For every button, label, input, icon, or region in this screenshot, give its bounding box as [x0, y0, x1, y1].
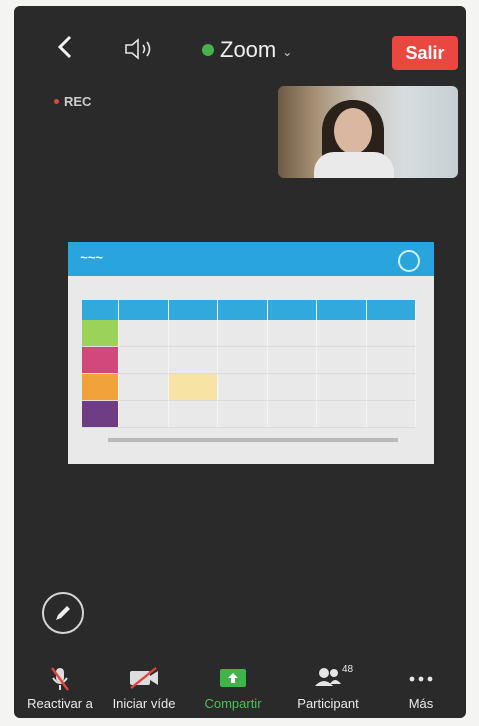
table-cell: [367, 374, 416, 400]
unmute-label: Reactivar a: [27, 696, 93, 711]
pencil-icon: [56, 606, 70, 620]
table-cell: [268, 374, 317, 400]
table-cell: [367, 401, 416, 427]
table-cell: [169, 320, 218, 346]
table-cell: [169, 347, 218, 373]
meeting-title: Zoom: [220, 37, 277, 62]
bottom-toolbar: Reactivar a Iniciar víde Compartir 48 Pa…: [14, 658, 466, 718]
shared-emblem-icon: [398, 250, 420, 272]
table-cell: [82, 320, 119, 346]
annotate-button[interactable]: [42, 592, 84, 634]
table-row: [82, 347, 416, 374]
chevron-left-icon: [57, 35, 72, 59]
participant-face: [334, 108, 372, 154]
speaker-icon: [125, 38, 151, 60]
shield-icon: [202, 44, 214, 56]
microphone-muted-icon: [51, 667, 69, 691]
self-video-thumbnail[interactable]: [278, 86, 458, 178]
table-cell: [268, 300, 317, 320]
rec-label: REC: [64, 94, 92, 109]
table-cell: [317, 401, 367, 427]
participants-count: 48: [342, 664, 354, 675]
table-cell: [218, 401, 268, 427]
table-cell: [218, 320, 268, 346]
shared-caption-line: [108, 438, 398, 442]
share-screen-button[interactable]: Compartir: [190, 658, 276, 718]
shared-table-header: [82, 300, 416, 320]
meeting-title-button[interactable]: Zoom ⌄: [202, 36, 292, 64]
unmute-button[interactable]: Reactivar a: [20, 658, 100, 718]
table-cell: [317, 347, 367, 373]
shared-screen-header: ~~~: [68, 242, 434, 276]
more-button[interactable]: Más: [386, 658, 456, 718]
shared-screen[interactable]: ~~~: [68, 242, 434, 464]
table-row: [82, 320, 416, 347]
start-video-label: Iniciar víde: [112, 696, 176, 711]
table-row: [82, 374, 416, 401]
video-off-icon: [130, 667, 158, 689]
table-cell: [268, 320, 317, 346]
recording-indicator: REC: [54, 94, 91, 109]
shared-table: [82, 300, 416, 428]
table-cell: [268, 401, 317, 427]
table-cell: [82, 300, 119, 320]
table-cell: [119, 300, 169, 320]
table-cell: [119, 347, 169, 373]
table-cell: [119, 401, 169, 427]
table-cell: [218, 347, 268, 373]
table-cell: [169, 300, 218, 320]
table-cell: [367, 347, 416, 373]
table-cell: [317, 300, 367, 320]
chevron-down-icon: ⌄: [282, 45, 293, 59]
table-cell: [169, 401, 218, 427]
table-cell: [82, 374, 119, 400]
table-cell: [317, 374, 367, 400]
start-video-button[interactable]: Iniciar víde: [102, 658, 186, 718]
participant-shirt: [314, 152, 394, 178]
table-cell: [119, 320, 169, 346]
participants-icon: [315, 668, 341, 686]
table-cell: [317, 320, 367, 346]
more-label: Más: [408, 696, 434, 711]
table-row: [82, 401, 416, 428]
leave-button[interactable]: Salir: [392, 36, 458, 70]
share-screen-icon: [220, 669, 246, 687]
more-icon: [409, 676, 433, 682]
share-label: Compartir: [204, 696, 262, 711]
participants-label: Participant: [297, 696, 359, 711]
table-cell: [82, 401, 119, 427]
meeting-screen: Zoom ⌄ Salir REC ~~~ Reactivar a Iniciar…: [14, 6, 466, 718]
shared-logo: ~~~: [80, 250, 103, 265]
table-cell: [218, 374, 268, 400]
table-cell: [119, 374, 169, 400]
table-cell: [218, 300, 268, 320]
table-cell: [367, 300, 416, 320]
back-button[interactable]: [56, 34, 86, 64]
audio-output-button[interactable]: [122, 38, 156, 60]
table-cell: [168, 374, 218, 400]
table-cell: [82, 347, 119, 373]
record-dot-icon: [54, 99, 59, 104]
table-cell: [367, 320, 416, 346]
participants-button[interactable]: 48 Participant: [280, 658, 376, 718]
table-cell: [268, 347, 317, 373]
